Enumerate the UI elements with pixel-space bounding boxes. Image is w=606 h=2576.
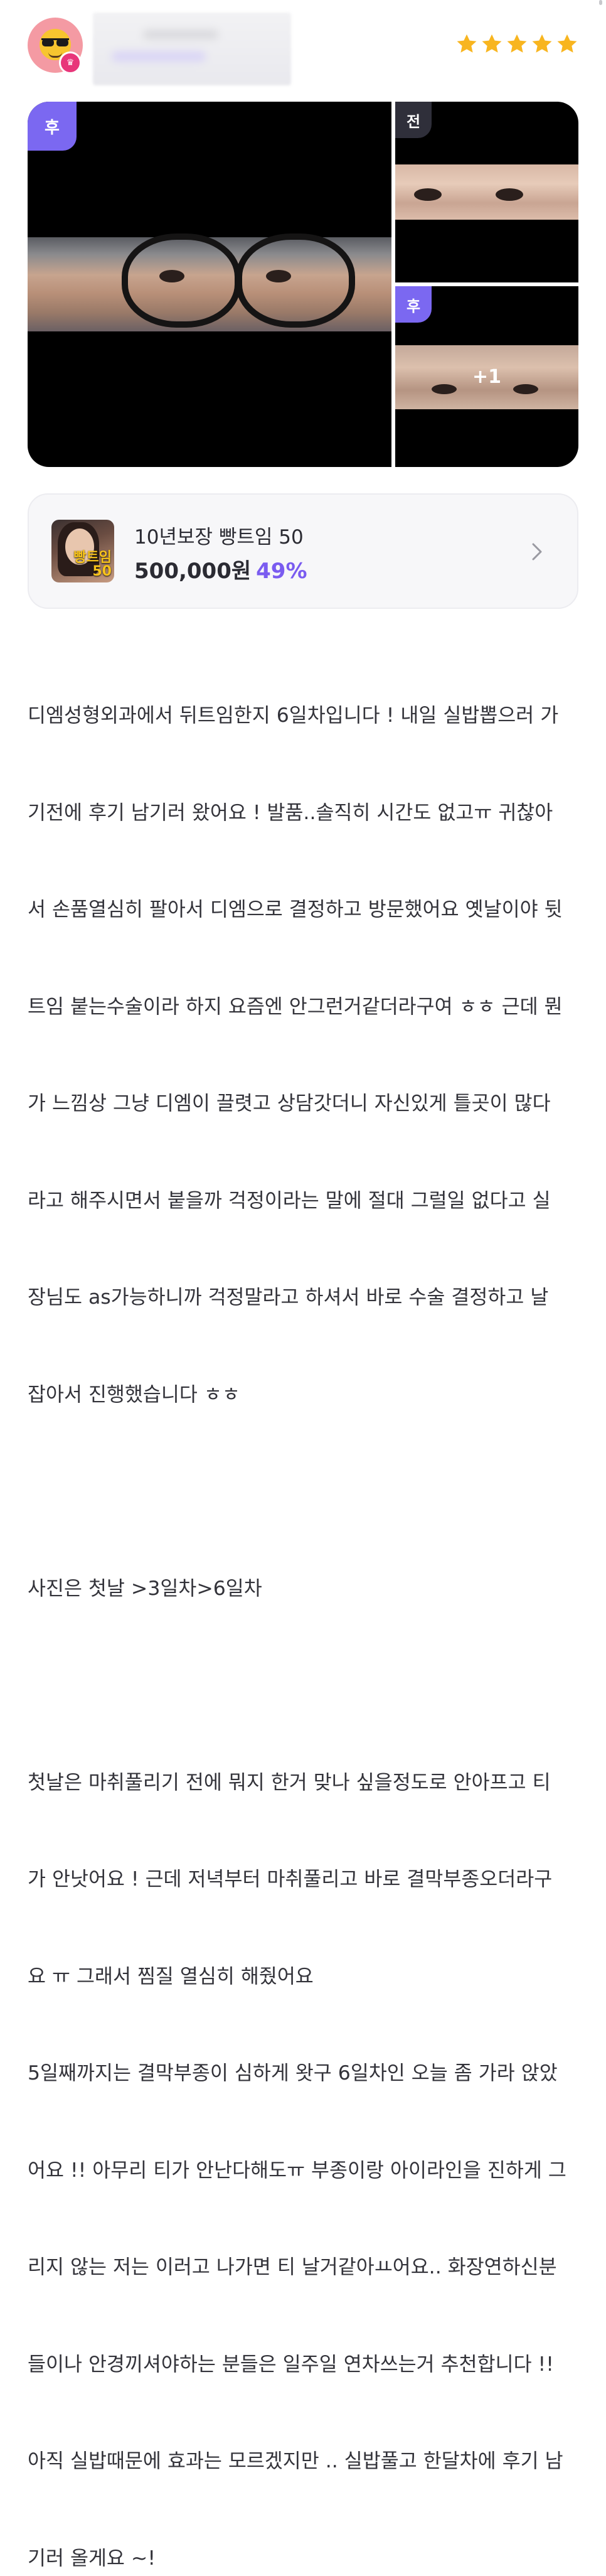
review-line: 요 ㅠ 그래서 찜질 열심히 해줬어요 <box>28 1965 314 1988</box>
review-line: 가 느낌상 그냥 디엠이 끌렷고 상담갓더니 자신있게 틀곳이 많다 <box>28 1092 551 1115</box>
review-line: 디엠성형외과에서 뒤트임한지 6일차입니다 ! 내일 실밥뽑으러 가 <box>28 704 559 727</box>
thumbnail-text: 빵트임 50 <box>73 550 112 579</box>
review-line: 기전에 후기 남기러 왔어요 ! 발품..솔직히 시간도 없고ㅠ 귀찮아 <box>28 801 553 824</box>
review-line: 아직 실밥때문에 효과는 모르겠지만 .. 실밥풀고 한달차에 후기 남 <box>28 2450 563 2472</box>
review-line <box>28 1476 578 1508</box>
before-tag: 전 <box>395 102 432 138</box>
review-line: 트임 붙는수술이라 하지 요즘엔 안그런거같더라구여 ㅎㅎ 근데 뭔 <box>28 995 563 1018</box>
product-price: 500,000원 <box>134 559 252 584</box>
review-header: ♛ <box>28 13 578 89</box>
star-icon <box>532 34 552 53</box>
review-line: 리지 않는 저는 이러고 나가면 티 날거같아ㅛ어요.. 화장연하신분 <box>28 2256 557 2278</box>
star-rating <box>455 33 578 55</box>
product-price-row: 500,000원 49% <box>134 554 307 584</box>
review-line: 잡아서 진행했습니다 ㅎㅎ <box>28 1383 240 1406</box>
photo-image <box>28 233 391 331</box>
review-text: 디엠성형외과에서 뒤트임한지 6일차입니다 ! 내일 실밥뽑으러 가 기전에 후… <box>28 635 578 2576</box>
avatar[interactable]: ♛ <box>28 18 83 74</box>
star-icon <box>482 34 502 53</box>
product-thumbnail: 빵트임 50 <box>51 520 114 582</box>
review-line <box>28 1670 578 1702</box>
chevron-right-icon <box>532 543 542 561</box>
star-icon <box>457 34 477 53</box>
star-icon <box>557 34 577 53</box>
review-line: 라고 해주시면서 붙을까 걱정이라는 말에 절대 그럴일 없다고 실 <box>28 1189 551 1212</box>
review-line: 어요 !! 아무리 티가 안난다해도ㅠ 부종이랑 아이라인을 진하게 그 <box>28 2159 566 2182</box>
review-line: 사진은 첫날 >3일차>6일차 <box>28 1577 262 1600</box>
photo-main[interactable]: 후 <box>28 102 391 467</box>
review-line: 장님도 as가능하니까 걱정말라고 하셔서 바로 수술 결정하고 날 <box>28 1286 549 1309</box>
photo-before[interactable]: 전 <box>395 102 578 282</box>
review-line: 기러 올게요 ~! <box>28 2546 156 2570</box>
review-line: 첫날은 마취풀리기 전에 뭐지 한거 맞나 싶을정도로 안아프고 티 <box>28 1771 551 1794</box>
scrollbar[interactable] <box>599 0 602 5</box>
photo-after-more[interactable]: +1 후 <box>395 286 578 467</box>
photo-gallery: 후 전 +1 후 <box>28 102 578 467</box>
review-line: 들이나 안경끼셔야하는 분들은 일주일 연차쓰는거 추천합니다 !! <box>28 2353 554 2376</box>
review-line: 가 안낫어요 ! 근데 저녁부터 마취풀리고 바로 결막부종오더라구 <box>28 1868 553 1891</box>
crown-badge-icon: ♛ <box>59 51 82 74</box>
product-name: 10년보장 빵트임 50 <box>134 526 304 549</box>
star-icon <box>507 34 527 53</box>
review-line: 서 손품열심히 팔아서 디엠으로 결정하고 방문했어요 옛날이야 뒷 <box>28 898 563 921</box>
after-tag: 후 <box>395 286 432 323</box>
photo-image <box>395 164 578 220</box>
after-tag: 후 <box>28 102 77 151</box>
product-discount: 49% <box>256 559 307 584</box>
review-line: 5일째까지는 결막부종이 심하게 왓구 6일차인 오늘 좀 가라 앉았 <box>28 2062 558 2085</box>
product-card[interactable]: 빵트임 50 10년보장 빵트임 50 500,000원 49% <box>28 493 578 609</box>
sunglasses-icon <box>41 38 69 46</box>
blurred-username <box>93 13 291 85</box>
